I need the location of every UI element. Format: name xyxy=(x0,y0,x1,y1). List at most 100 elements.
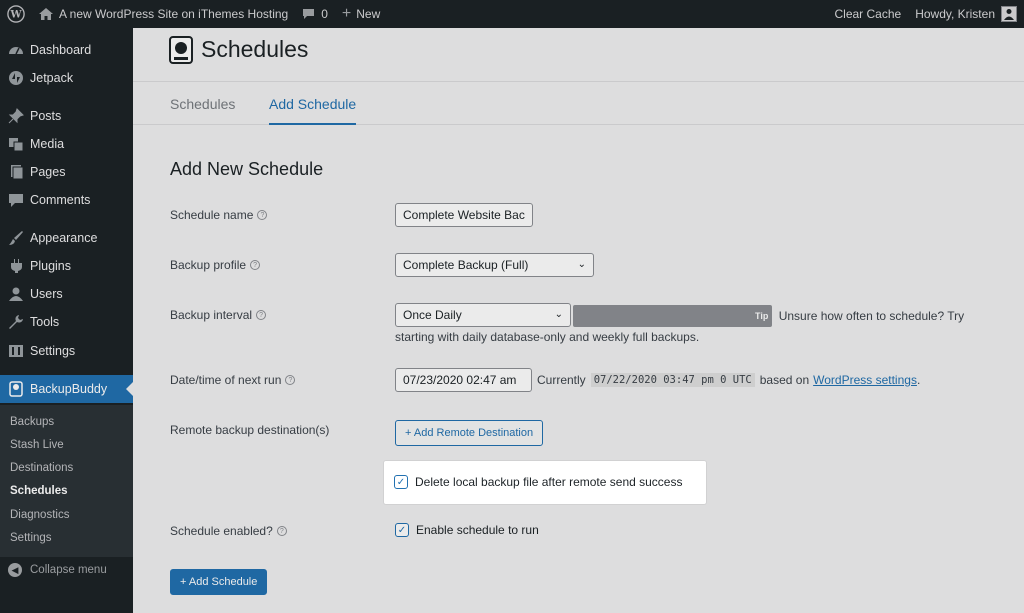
pin-icon xyxy=(8,108,24,124)
new-content-link[interactable]: + New xyxy=(335,0,387,28)
tab-schedules[interactable]: Schedules xyxy=(170,96,235,112)
submenu-item-backups[interactable]: Backups xyxy=(10,416,54,428)
wordpress-logo-icon[interactable]: W xyxy=(0,0,32,28)
admin-sidebar: Dashboard Jetpack Posts Media Pages Comm… xyxy=(0,28,133,613)
sidebar-item-label: Posts xyxy=(30,109,62,123)
backupbuddy-logo-icon xyxy=(169,36,193,64)
home-icon xyxy=(39,8,53,20)
sidebar-item-label: Pages xyxy=(30,165,66,179)
help-icon[interactable]: ? xyxy=(257,210,268,220)
sidebar-item-comments[interactable]: Comments xyxy=(0,186,133,214)
backup-profile-select[interactable]: Complete Backup (Full) ⌄ xyxy=(395,253,594,277)
remote-destination-label: Remote backup destination(s) xyxy=(170,423,329,437)
tab-bar: Schedules Add Schedule xyxy=(133,82,1024,125)
admin-bar: W A new WordPress Site on iThemes Hostin… xyxy=(0,0,1024,28)
sidebar-item-posts[interactable]: Posts xyxy=(0,102,133,130)
jetpack-icon xyxy=(8,70,24,86)
wrench-icon xyxy=(8,314,24,330)
sidebar-item-media[interactable]: Media xyxy=(0,130,133,158)
avatar xyxy=(1001,6,1017,22)
comment-icon xyxy=(303,9,315,19)
tip-text-block: Tip Unsure how often to schedule? Try st… xyxy=(395,305,995,347)
pages-icon xyxy=(8,164,24,180)
submenu-item-diagnostics[interactable]: Diagnostics xyxy=(10,509,69,521)
delete-local-label: Delete local backup file after remote se… xyxy=(415,475,683,489)
next-run-row: 07/23/2020 02:47 am Currently 07/22/2020… xyxy=(395,368,920,392)
sidebar-item-label: Comments xyxy=(30,193,91,207)
collapse-label: Collapse menu xyxy=(30,564,107,576)
comments-count: 0 xyxy=(321,7,328,21)
sidebar-item-appearance[interactable]: Appearance xyxy=(0,224,133,252)
currently-text: Currently xyxy=(537,373,586,387)
sidebar-item-plugins[interactable]: Plugins xyxy=(0,252,133,280)
sidebar-item-pages[interactable]: Pages xyxy=(0,158,133,186)
delete-local-checkbox[interactable]: ✓ xyxy=(394,475,408,489)
label-text: Backup profile xyxy=(170,258,247,272)
label-text: Remote backup destination(s) xyxy=(170,423,330,437)
svg-text:W: W xyxy=(9,10,22,21)
schedule-name-input[interactable]: Complete Website Bac xyxy=(395,203,533,227)
submenu-item-stash-live[interactable]: Stash Live xyxy=(10,439,64,451)
sidebar-item-tools[interactable]: Tools xyxy=(0,308,133,336)
enable-schedule-row: ✓ Enable schedule to run xyxy=(395,523,539,537)
delete-local-row: ✓ Delete local backup file after remote … xyxy=(394,475,682,489)
backup-interval-label: Backup interval ? xyxy=(170,308,267,322)
sidebar-item-label: Media xyxy=(30,137,65,151)
collapse-menu-button[interactable]: ◀ Collapse menu xyxy=(8,563,107,577)
howdy-text: Howdy, Kristen xyxy=(915,7,995,21)
page-title: Schedules xyxy=(201,36,309,62)
collapse-arrow-icon: ◀ xyxy=(8,563,22,577)
enable-schedule-checkbox[interactable]: ✓ xyxy=(395,523,409,537)
backupbuddy-icon xyxy=(8,381,24,397)
schedule-enabled-label: Schedule enabled? ? xyxy=(170,524,287,538)
sidebar-item-label: Tools xyxy=(30,315,60,329)
submenu-item-settings[interactable]: Settings xyxy=(10,532,52,544)
enable-schedule-label: Enable schedule to run xyxy=(416,523,539,537)
comments-link[interactable]: 0 xyxy=(295,0,335,28)
tab-add-schedule[interactable]: Add Schedule xyxy=(269,96,357,125)
clear-cache-link[interactable]: Clear Cache xyxy=(827,0,908,28)
help-icon[interactable]: ? xyxy=(276,526,287,536)
site-name-link[interactable]: A new WordPress Site on iThemes Hosting xyxy=(32,0,295,28)
select-value: Complete Backup (Full) xyxy=(403,258,529,272)
main-content: Schedules Schedules Add Schedule Add New… xyxy=(133,28,1024,613)
help-icon[interactable]: ? xyxy=(250,260,261,270)
backup-profile-label: Backup profile ? xyxy=(170,258,261,272)
period-text: . xyxy=(916,373,921,387)
backupbuddy-submenu: Backups Stash Live Destinations Schedule… xyxy=(0,405,133,557)
next-run-input[interactable]: 07/23/2020 02:47 am xyxy=(395,368,532,392)
delete-local-highlight: ✓ Delete local backup file after remote … xyxy=(384,461,706,504)
submenu-item-schedules[interactable]: Schedules xyxy=(10,485,68,497)
user-icon xyxy=(8,286,24,302)
account-menu[interactable]: Howdy, Kristen xyxy=(908,0,1024,28)
based-on-text: based on xyxy=(759,373,810,387)
sidebar-item-backupbuddy[interactable]: BackupBuddy xyxy=(0,375,133,403)
help-icon[interactable]: ? xyxy=(285,375,296,385)
plugin-icon xyxy=(8,258,24,274)
sidebar-item-users[interactable]: Users xyxy=(0,280,133,308)
sidebar-item-jetpack[interactable]: Jetpack xyxy=(0,64,133,92)
new-label: New xyxy=(356,7,381,21)
page-header: Schedules xyxy=(133,28,1024,82)
chevron-down-icon: ⌄ xyxy=(577,259,586,270)
label-text: Date/time of next run xyxy=(170,373,282,387)
submenu-item-destinations[interactable]: Destinations xyxy=(10,462,73,474)
site-name: A new WordPress Site on iThemes Hosting xyxy=(59,7,289,21)
sidebar-item-label: Users xyxy=(30,287,63,301)
add-remote-destination-button[interactable]: + Add Remote Destination xyxy=(395,420,544,446)
add-schedule-button[interactable]: + Add Schedule xyxy=(170,569,268,595)
comment-icon xyxy=(8,192,24,208)
next-run-label: Date/time of next run ? xyxy=(170,373,296,387)
sidebar-item-label: Jetpack xyxy=(30,71,74,85)
dashboard-icon xyxy=(8,42,24,58)
sidebar-item-settings[interactable]: Settings xyxy=(0,337,133,365)
wordpress-settings-link[interactable]: WordPress settings xyxy=(813,373,917,387)
sidebar-item-label: Plugins xyxy=(30,259,71,273)
settings-icon xyxy=(8,343,24,359)
media-icon xyxy=(8,136,24,152)
plus-icon: + xyxy=(341,5,352,22)
label-text: Backup interval xyxy=(170,308,253,322)
sidebar-item-dashboard[interactable]: Dashboard xyxy=(0,36,133,64)
sidebar-item-label: Dashboard xyxy=(30,43,92,57)
help-icon[interactable]: ? xyxy=(256,310,267,320)
